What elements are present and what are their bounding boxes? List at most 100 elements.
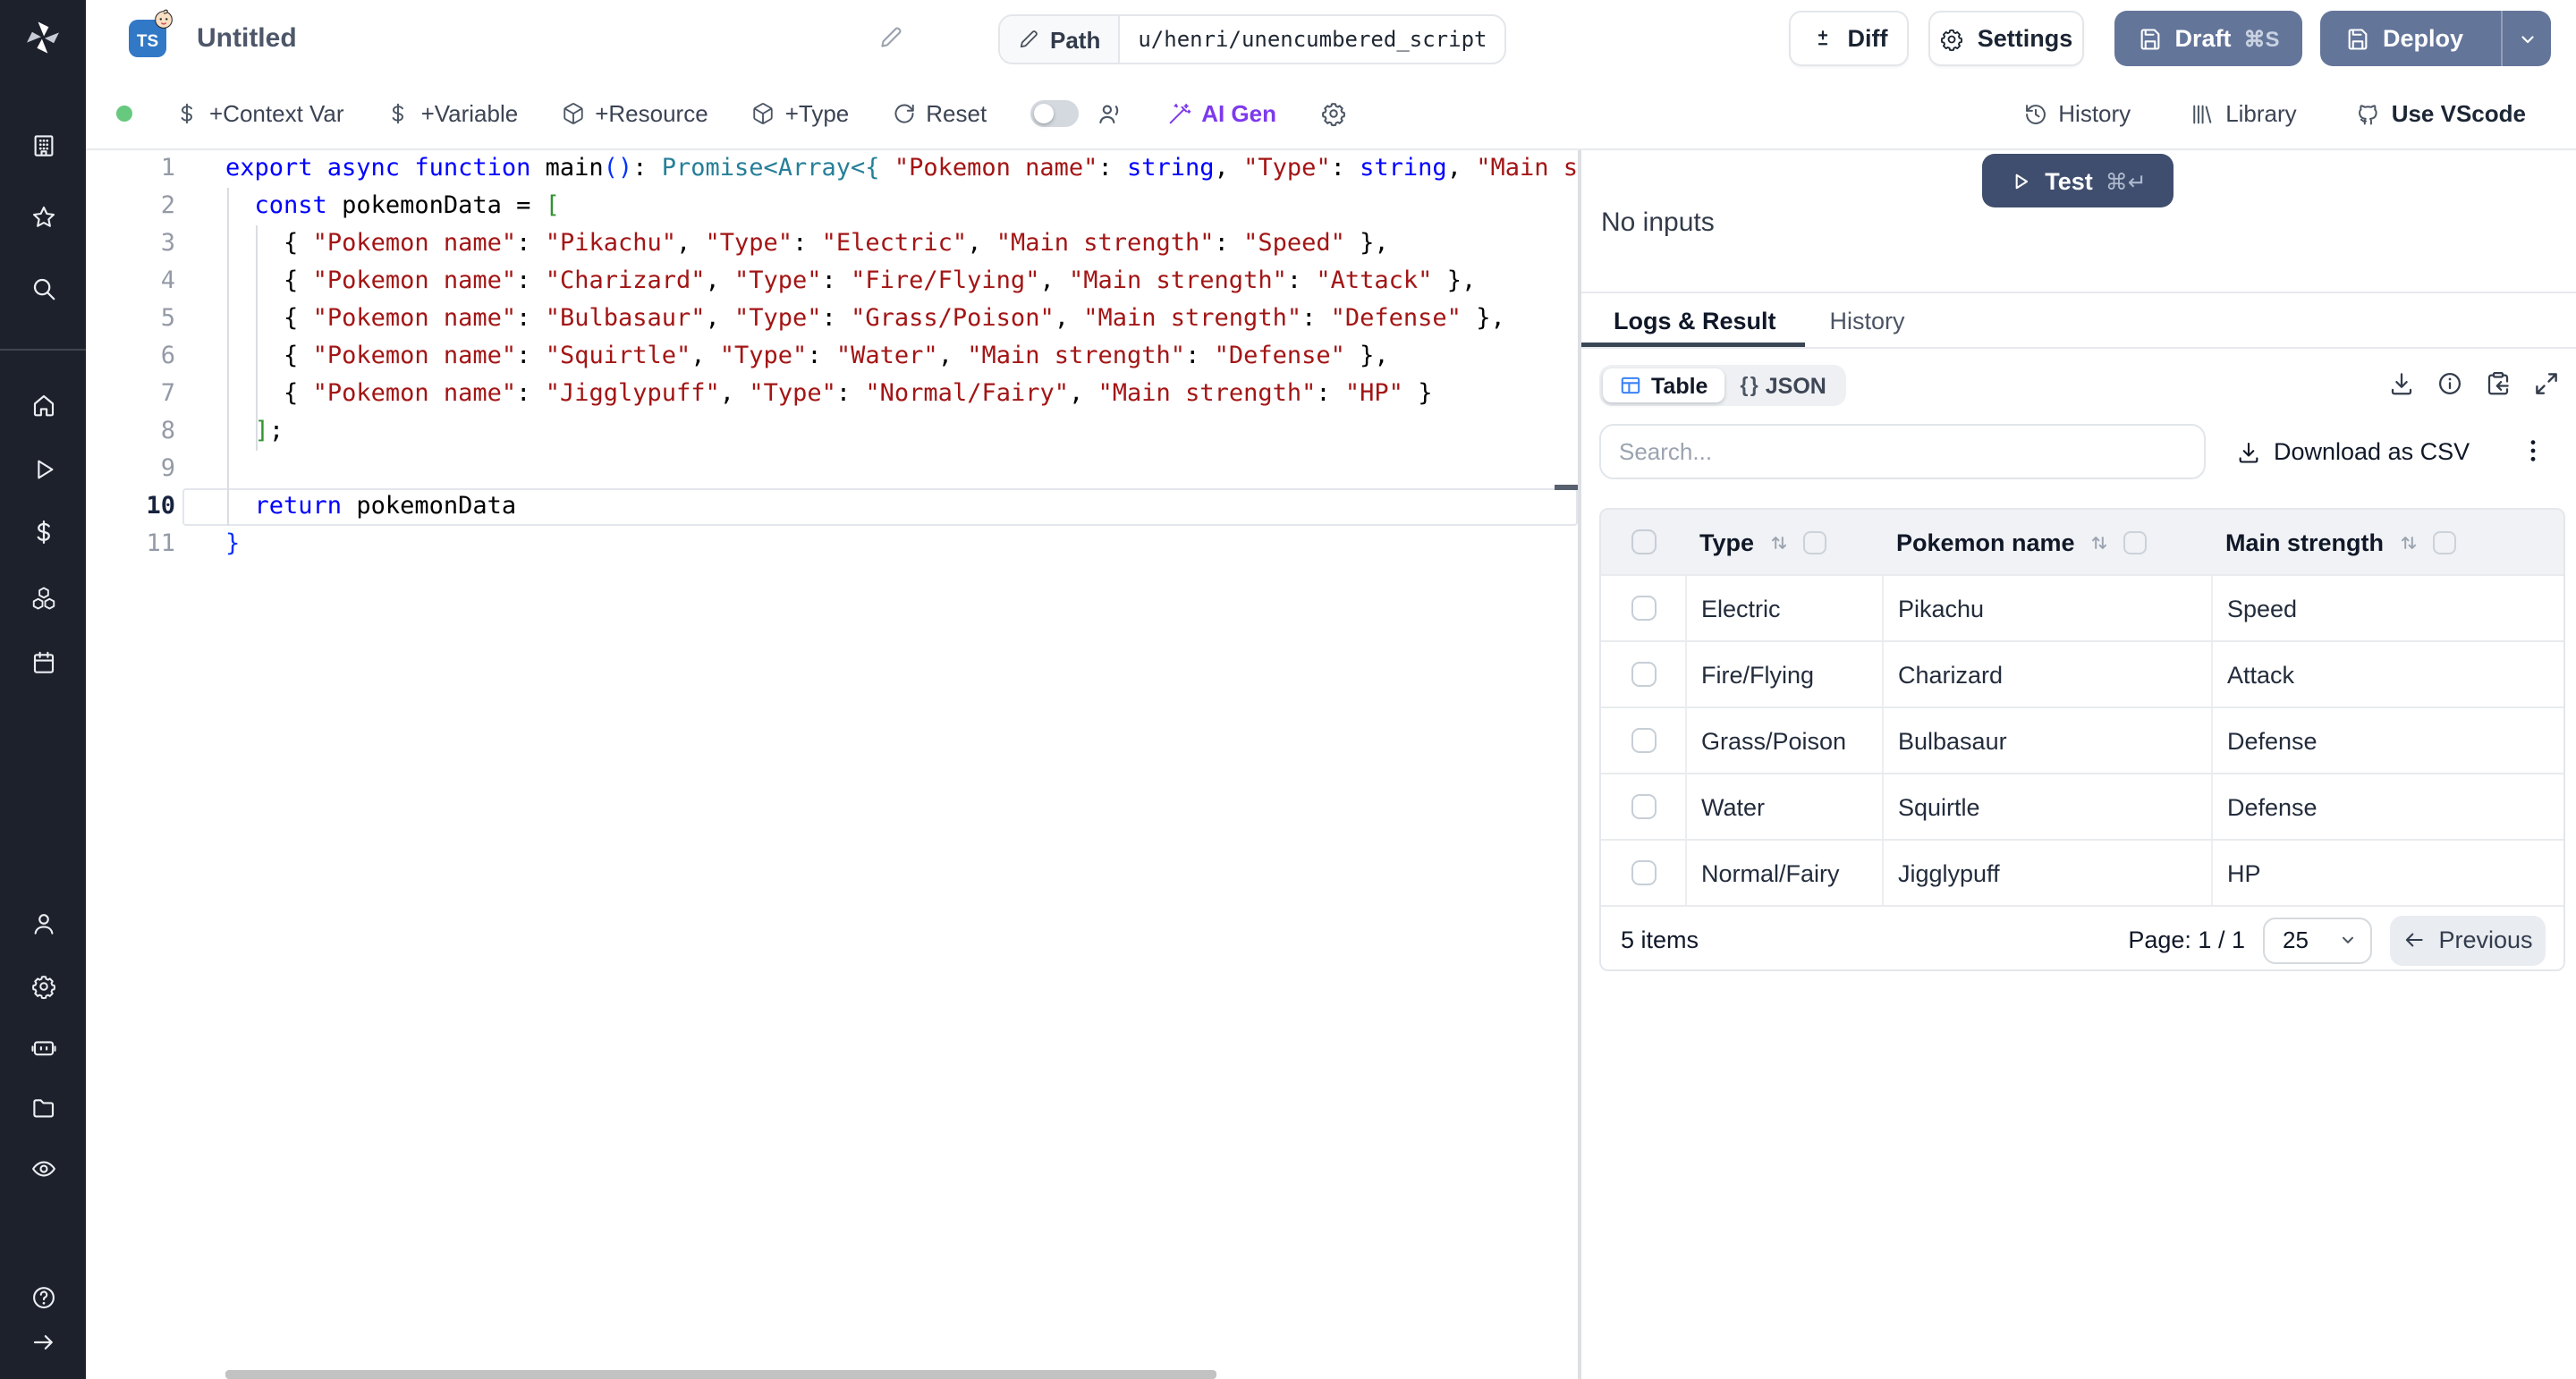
table-cell: Squirtle bbox=[1882, 774, 2211, 839]
dollar-icon bbox=[175, 102, 199, 125]
sidebar-item-schedules[interactable] bbox=[20, 639, 66, 685]
table-header-cell: Pokemon name bbox=[1882, 529, 2211, 555]
expand-button[interactable] bbox=[2533, 370, 2560, 397]
sidebar-item-expand-sidebar[interactable] bbox=[20, 1318, 66, 1365]
result-content: Table { } JSON Download as CSV Typ bbox=[1581, 349, 2576, 1379]
sidebar-item-settings[interactable] bbox=[20, 962, 66, 1009]
script-title: Untitled bbox=[197, 23, 297, 54]
previous-label: Previous bbox=[2438, 926, 2532, 953]
row-checkbox[interactable] bbox=[1631, 596, 1656, 621]
column-checkbox[interactable] bbox=[2432, 530, 2455, 554]
add-resource-button[interactable]: +Resource bbox=[561, 100, 708, 127]
view-table-button[interactable]: Table bbox=[1603, 368, 1724, 402]
line-number: 4 bbox=[86, 263, 175, 300]
library-icon bbox=[2190, 101, 2215, 126]
library-label: Library bbox=[2225, 100, 2297, 127]
download-result-button[interactable] bbox=[2388, 370, 2415, 397]
row-checkbox[interactable] bbox=[1631, 794, 1656, 819]
reset-button[interactable]: Reset bbox=[892, 100, 987, 127]
page-size-select[interactable]: 25 bbox=[2263, 917, 2372, 963]
column-checkbox[interactable] bbox=[2123, 530, 2147, 554]
settings-button[interactable]: Settings bbox=[1928, 11, 2084, 66]
code-editor[interactable]: 1234567891011 export async function main… bbox=[86, 150, 1578, 1379]
sort-button[interactable] bbox=[2088, 530, 2111, 554]
library-button[interactable]: Library bbox=[2190, 100, 2297, 127]
sidebar-item-audit-logs[interactable] bbox=[20, 1145, 66, 1191]
add-variable-button[interactable]: +Variable bbox=[387, 100, 519, 127]
sidebar-item-workspace[interactable] bbox=[20, 122, 66, 168]
line-numbers: 1234567891011 bbox=[86, 150, 175, 563]
column-checkbox[interactable] bbox=[1802, 530, 1826, 554]
diff-label: Diff bbox=[1848, 25, 1888, 52]
code-line: return pokemonData bbox=[225, 488, 1578, 526]
table-cell: Defense bbox=[2211, 708, 2563, 773]
diff-button[interactable]: Diff bbox=[1789, 11, 1909, 66]
table-cell: Water bbox=[1685, 774, 1882, 839]
view-json-button[interactable]: { } JSON bbox=[1724, 368, 1842, 402]
sidebar-item-resources[interactable] bbox=[20, 574, 66, 621]
dollar-icon bbox=[30, 518, 56, 545]
previous-page-button[interactable]: Previous bbox=[2390, 915, 2546, 965]
rotate-icon bbox=[892, 102, 915, 125]
test-button[interactable]: Test ⌘↵ bbox=[1982, 154, 2174, 207]
row-checkbox[interactable] bbox=[1631, 662, 1656, 687]
draft-button[interactable]: Draft ⌘S bbox=[2114, 11, 2302, 66]
table-header-cell: Main strength bbox=[2211, 529, 2563, 555]
sidebar-item-variables[interactable] bbox=[20, 508, 66, 554]
deploy-button[interactable]: Deploy bbox=[2320, 11, 2488, 66]
collaboration-group bbox=[1030, 100, 1123, 127]
line-number: 7 bbox=[86, 376, 175, 413]
collaboration-toggle[interactable] bbox=[1030, 100, 1078, 127]
sidebar-item-search[interactable] bbox=[20, 265, 66, 311]
gear-icon bbox=[1940, 26, 1965, 51]
path-value: u/henri/unencumbered_script bbox=[1120, 16, 1504, 63]
sidebar-item-favorites[interactable] bbox=[20, 193, 66, 240]
table-cell: Attack bbox=[2211, 642, 2563, 706]
line-number: 9 bbox=[86, 451, 175, 488]
editor-settings-button[interactable] bbox=[1319, 100, 1346, 127]
history-label: History bbox=[2058, 100, 2131, 127]
line-number: 6 bbox=[86, 338, 175, 376]
path-field[interactable]: Path u/henri/unencumbered_script bbox=[998, 14, 1507, 64]
result-tabs: Logs & Result History bbox=[1581, 292, 2576, 349]
add-type-button[interactable]: +Type bbox=[751, 100, 850, 127]
add-context-var-button[interactable]: +Context Var bbox=[175, 100, 344, 127]
info-button[interactable] bbox=[2436, 370, 2463, 397]
use-vscode-button[interactable]: Use VScode bbox=[2356, 100, 2526, 127]
sort-button[interactable] bbox=[2396, 530, 2419, 554]
code-line: { "Pokemon name": "Charizard", "Type": "… bbox=[225, 263, 1578, 300]
history-button[interactable]: History bbox=[2022, 100, 2131, 127]
sidebar-item-users[interactable] bbox=[20, 900, 66, 946]
row-checkbox[interactable] bbox=[1631, 728, 1656, 753]
edit-title-button[interactable] bbox=[877, 25, 905, 54]
deploy-dropdown-button[interactable] bbox=[2501, 11, 2551, 66]
cubes-icon bbox=[30, 584, 56, 611]
sidebar-item-help[interactable] bbox=[20, 1273, 66, 1320]
copy-to-clipboard-button[interactable] bbox=[2485, 370, 2512, 397]
select-all-checkbox[interactable] bbox=[1631, 529, 1656, 554]
line-number: 3 bbox=[86, 225, 175, 263]
row-checkbox[interactable] bbox=[1631, 860, 1656, 885]
history-icon bbox=[2022, 101, 2047, 126]
horizontal-scrollbar[interactable] bbox=[225, 1370, 1216, 1379]
table-cell: Electric bbox=[1685, 576, 1882, 640]
deploy-split-button: Deploy bbox=[2320, 11, 2551, 66]
ai-gen-button[interactable]: AI Gen bbox=[1165, 100, 1276, 127]
search-icon bbox=[30, 275, 56, 301]
tab-history[interactable]: History bbox=[1805, 293, 1930, 347]
sidebar-item-home[interactable] bbox=[20, 381, 66, 427]
download-csv-button[interactable]: Download as CSV bbox=[2236, 424, 2470, 479]
sidebar-item-workers[interactable] bbox=[20, 1023, 66, 1070]
sidebar-item-runs[interactable] bbox=[20, 445, 66, 492]
sidebar-item-folders[interactable] bbox=[20, 1084, 66, 1130]
more-options-button[interactable] bbox=[2519, 431, 2547, 470]
windmill-logo-icon[interactable] bbox=[23, 18, 63, 57]
code-line: { "Pokemon name": "Bulbasaur", "Type": "… bbox=[225, 300, 1578, 338]
search-input[interactable] bbox=[1599, 424, 2206, 479]
table-row: Fire/FlyingCharizardAttack bbox=[1601, 640, 2563, 706]
download-icon bbox=[2236, 439, 2261, 464]
add-type-label: +Type bbox=[785, 100, 850, 127]
tab-logs-result[interactable]: Logs & Result bbox=[1581, 293, 1805, 347]
sort-button[interactable] bbox=[1767, 530, 1790, 554]
table-row: WaterSquirtleDefense bbox=[1601, 773, 2563, 839]
